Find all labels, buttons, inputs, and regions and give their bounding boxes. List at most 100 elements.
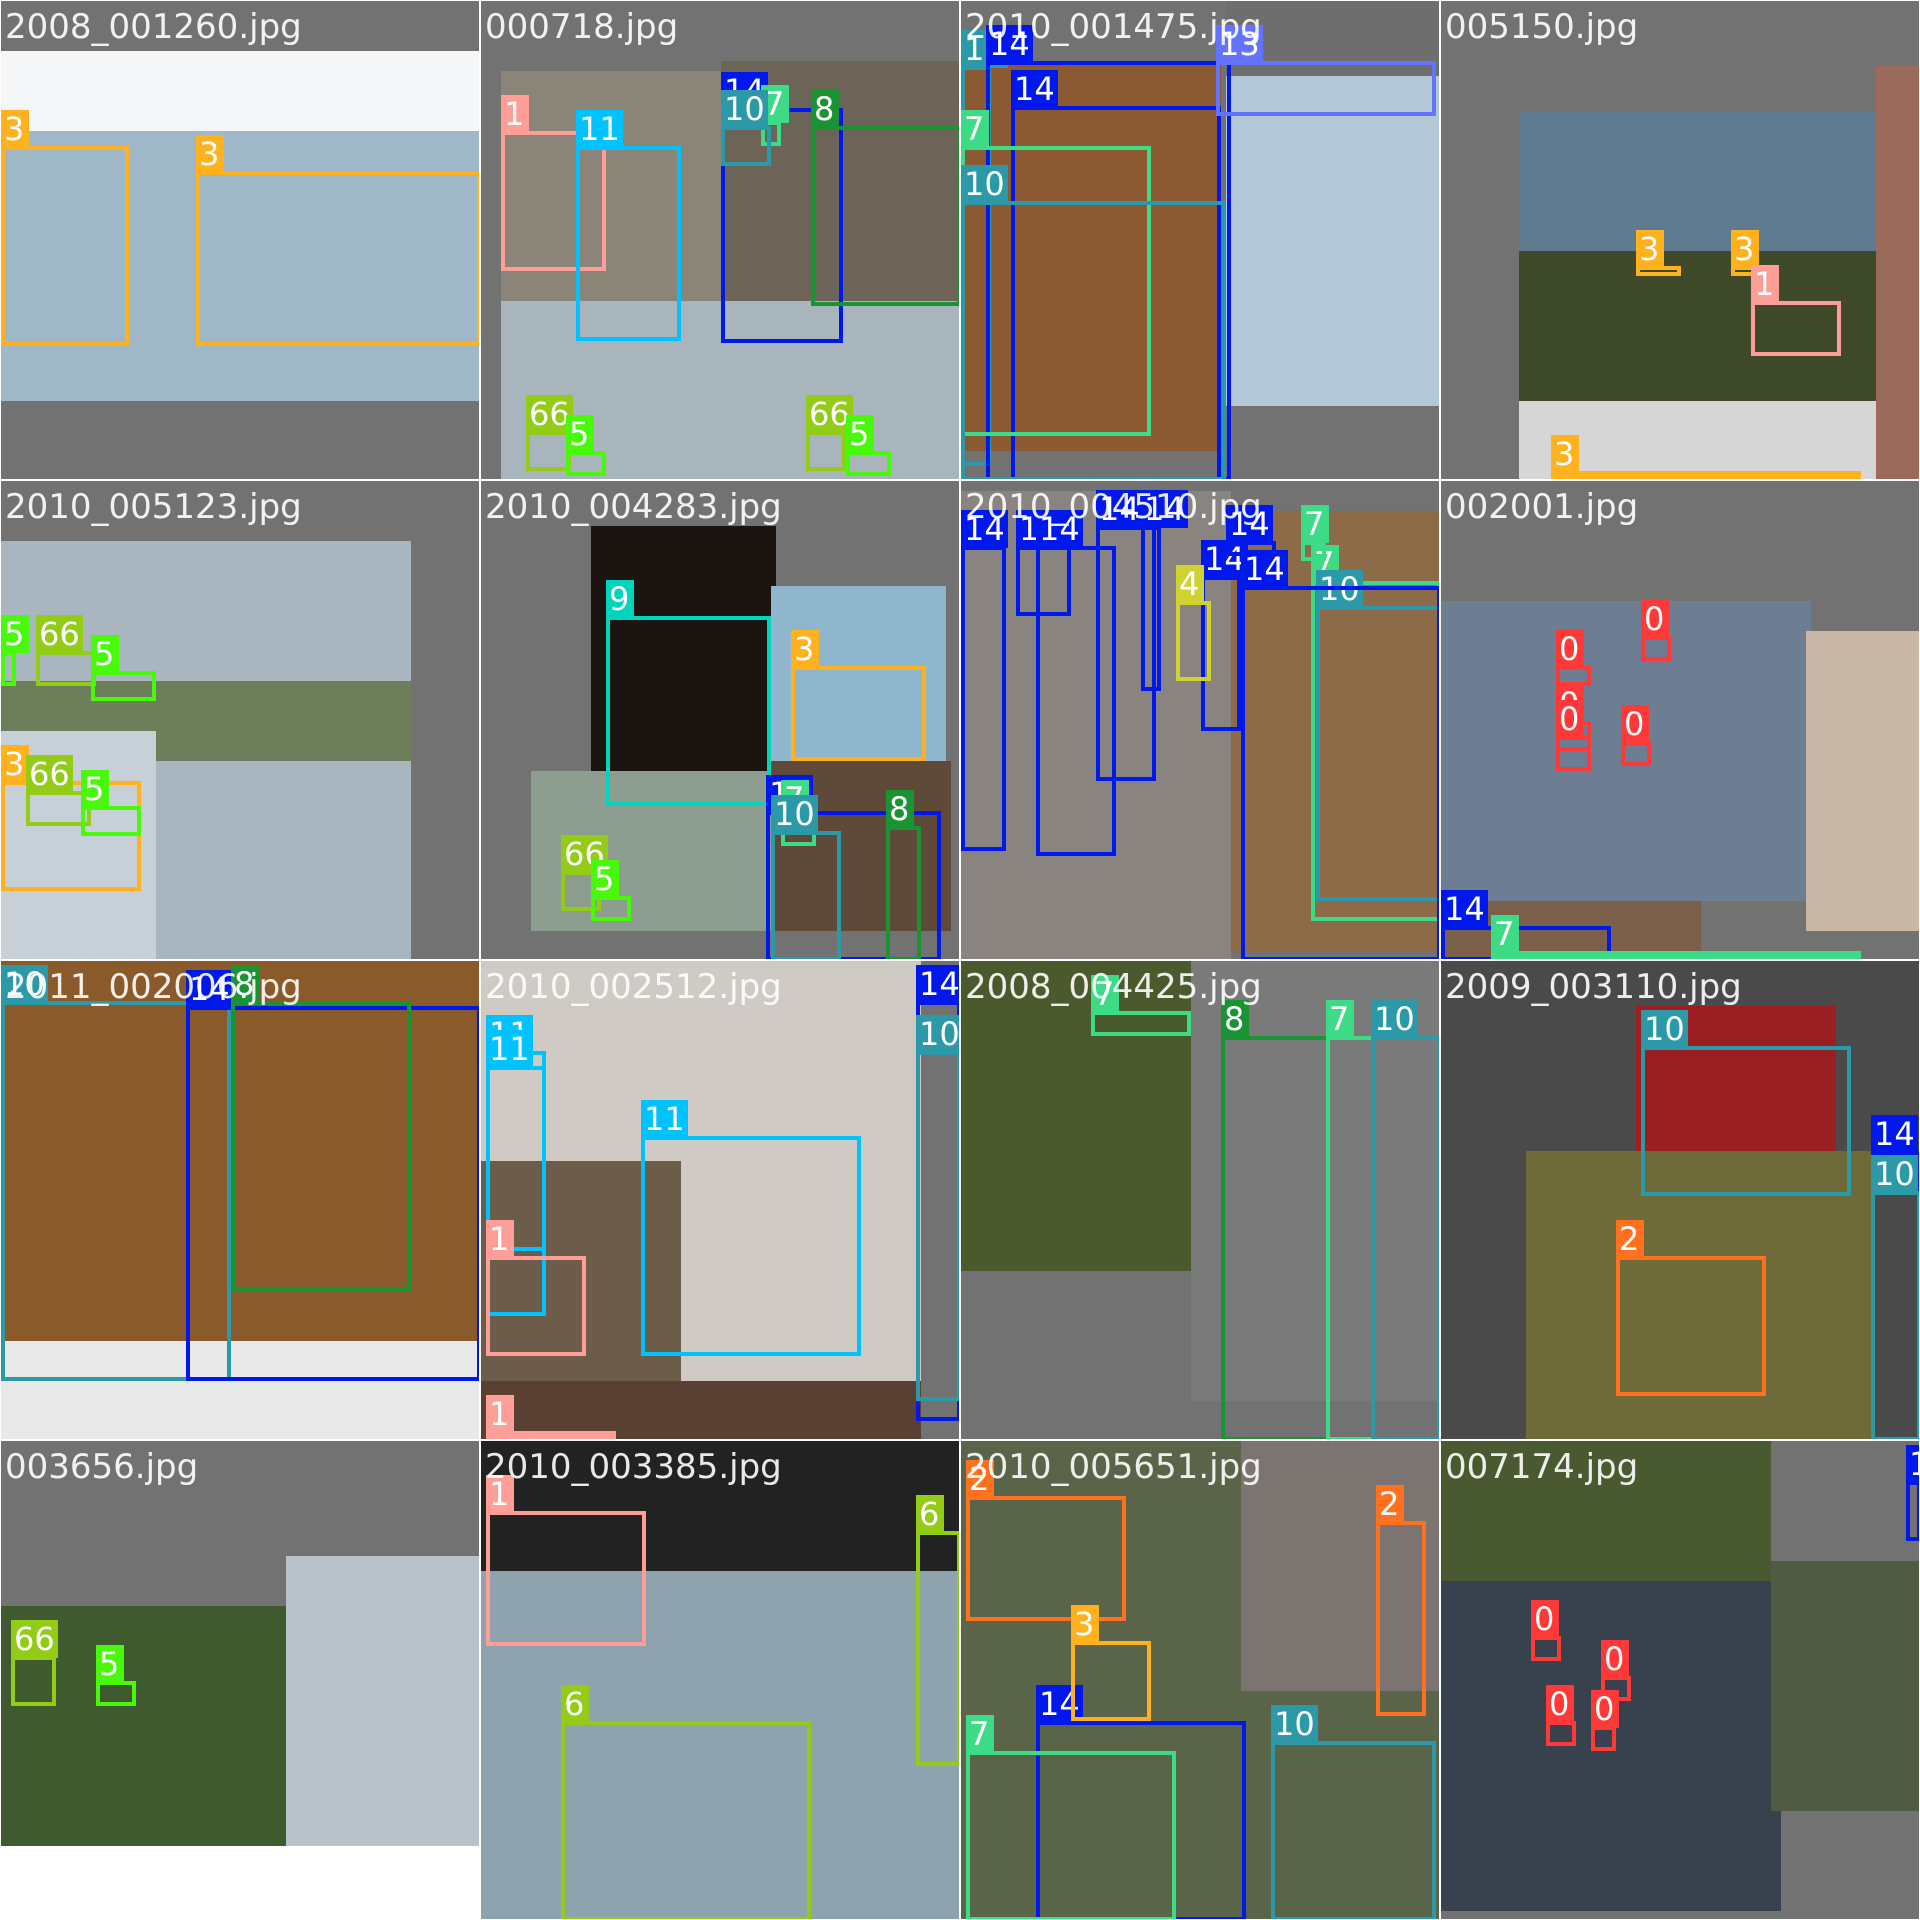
mosaic-tile: 002001.jpg00000147 [1440,480,1920,960]
detection-box: 13 [1216,25,1436,116]
detection-box: 0 [1641,600,1671,661]
class-label-tag: 0 [1641,600,1669,638]
class-label-tag: 3 [1,110,29,148]
image-filename-caption: 007174.jpg [1445,1447,1639,1487]
detection-box: 1 [486,1220,586,1356]
class-label-tag: 3 [1,745,29,783]
detection-box: 3 [196,135,479,346]
detection-box: 1 [486,1395,616,1439]
photo-region [1876,66,1919,479]
class-label-tag: 11 [576,110,623,148]
class-label-tag: 10 [1641,1010,1688,1048]
class-label-tag: 3 [791,630,819,668]
detection-box: 66 [11,1620,58,1706]
image-filename-caption: 2010_003385.jpg [485,1447,782,1487]
class-label-tag: 7 [1301,505,1329,543]
detection-box: 7 [966,1715,1176,1919]
class-label-tag: 14 [1441,890,1488,928]
detection-box: 6 [561,1685,811,1919]
mosaic-tile: 003656.jpg 66 5 [0,1440,480,1920]
image-filename-caption: 2010_005123.jpg [5,487,302,527]
class-label-tag: 10 [916,1015,959,1053]
class-label-tag: 66 [26,755,73,793]
detection-box: 0 [1591,1690,1619,1751]
mosaic-tile: 2010_004283.jpg93147108665 [480,480,960,960]
image-filename-caption: 2009_003110.jpg [1445,967,1742,1007]
class-label-tag: 0 [1546,1685,1574,1723]
detection-box: 3 [791,630,926,761]
mosaic-tile: 2010_001475.jpg 10 14 14 13 7 10 [960,0,1440,480]
class-label-tag: 3 [1731,230,1759,268]
class-label-tag: 10 [1271,1705,1318,1743]
detection-box: 10 [1641,1010,1851,1196]
detection-box: 14 [1141,490,1188,691]
detection-box: 5 [1,615,29,686]
detection-box: 14 [1241,550,1439,959]
class-label-tag: 1 [1906,1445,1919,1483]
detection-box: 0 [1546,1685,1576,1746]
class-label-tag: 8 [886,790,914,828]
class-label-tag: 6 [561,1685,589,1723]
image-filename-caption: 005150.jpg [1445,7,1639,47]
class-label-tag: 0 [1621,705,1649,743]
mosaic-tile: 2010_004510.jpg141414141414414710147 [960,480,1440,960]
class-label-tag: 11 [486,1030,533,1068]
detection-box: 4 [1176,565,1211,681]
class-label-tag: 2 [1616,1220,1644,1258]
class-label-tag: 1 [1751,265,1779,303]
class-label-tag: 3 [1071,1605,1099,1643]
class-label-tag: 66 [36,615,83,653]
class-label-tag: 3 [1551,435,1579,473]
detection-box: 0 [1621,705,1651,766]
detection-box: 5 [81,770,141,836]
class-label-tag: 0 [1591,1690,1619,1728]
class-label-tag: 66 [11,1620,58,1658]
photo-region [286,1556,479,1851]
mosaic-tile: 2008_001260.jpg 3 3 [0,0,480,480]
mosaic-tile: 2010_002512.jpg111111111410 [480,960,960,1440]
class-label-tag: 5 [96,1645,124,1683]
class-label-tag: 10 [1871,1155,1918,1193]
class-label-tag: 4 [1176,565,1204,603]
class-label-tag: 0 [1556,630,1584,668]
detection-box: 5 [96,1645,136,1706]
class-label-tag: 3 [1636,230,1664,268]
detection-box: 10 [1271,1705,1436,1919]
class-label-tag: 1 [501,95,529,133]
image-filename-caption: 2011_002006.jpg [5,967,302,1007]
class-label-tag: 10 [961,165,1008,203]
class-label-tag: 10 [721,90,768,128]
mosaic-grid: 2008_001260.jpg33000718.jpg1111471086656… [0,0,1920,1920]
detection-box: 9 [606,580,771,806]
detection-box: 11 [576,110,681,341]
detection-box: 6 [916,1495,959,1766]
detection-box: 11 [641,1100,861,1356]
image-filename-caption: 2010_005651.jpg [965,1447,1262,1487]
detection-box: 7 [1491,915,1861,959]
class-label-tag: 7 [961,110,989,148]
mosaic-tile: 2008_004425.jpg 7 8 7 10 [960,960,1440,1440]
detection-box: 2 [966,1460,1126,1621]
class-label-tag: 11 [641,1100,688,1138]
detection-box: 0 [1556,630,1591,686]
detection-box: 1 [486,1475,646,1646]
class-label-tag: 1 [486,1220,514,1258]
class-label-tag: 3 [196,135,224,173]
detection-box: 3 [1636,230,1681,276]
detection-box: 5 [591,860,631,921]
mosaic-tile: 2010_005123.jpg 5 66 5 3 66 5 [0,480,480,960]
class-label-tag: 14 [1871,1115,1918,1153]
class-label-tag: 7 [1491,915,1519,953]
detection-box: 5 [566,415,606,476]
photo-region [1,51,479,131]
photo-region [961,961,1191,1271]
image-filename-caption: 002001.jpg [1445,487,1639,527]
class-label-tag: 1 [486,1395,514,1433]
image-filename-caption: 2008_004425.jpg [965,967,1262,1007]
detection-box: 10 [771,795,841,959]
mosaic-tile: 000718.jpg111147108665665 [480,0,960,480]
class-label-tag: 5 [91,635,119,673]
detection-box: 66 [526,395,573,471]
image-filename-caption: 2010_001475.jpg [965,7,1262,47]
detection-box: 3 [1,110,129,346]
